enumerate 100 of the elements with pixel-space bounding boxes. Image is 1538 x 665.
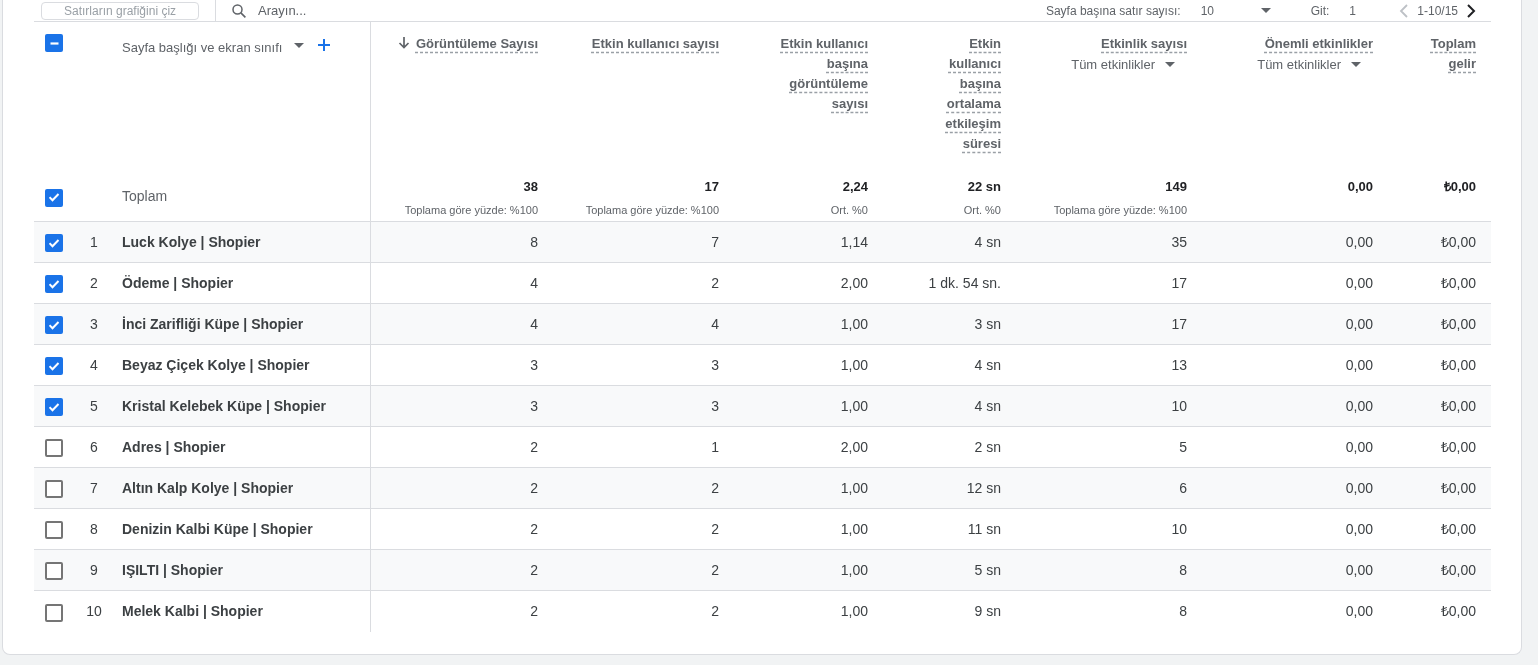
table-cell-text: 4 sn bbox=[973, 232, 1002, 252]
table-cell-text: 0,00 bbox=[1344, 478, 1374, 498]
next-page-icon[interactable] bbox=[1466, 3, 1476, 18]
checkbox[interactable] bbox=[45, 316, 63, 334]
total-value: 22 sn bbox=[967, 178, 1001, 196]
check-icon bbox=[48, 402, 60, 412]
row-number: 8 bbox=[89, 519, 99, 539]
checkbox[interactable] bbox=[45, 275, 63, 293]
checkbox[interactable] bbox=[45, 34, 63, 52]
page-title-cell-text: Altın Kalp Kolye | Shopier bbox=[122, 478, 294, 498]
table-cell-text: 1,00 bbox=[839, 519, 869, 539]
sort-down-icon bbox=[397, 37, 410, 49]
event-filter-dropdown[interactable]: Tüm etkinlikler bbox=[1257, 55, 1361, 75]
checkbox[interactable] bbox=[45, 398, 63, 416]
table-cell-text: 10 bbox=[1170, 396, 1188, 416]
table-cell-text: 0,00 bbox=[1344, 396, 1374, 416]
check-icon bbox=[48, 320, 60, 330]
table-cell-text: 1,00 bbox=[839, 602, 869, 621]
table-cell-text: 2 bbox=[710, 519, 720, 539]
table-cell-text: 1,00 bbox=[839, 396, 869, 416]
dimension-header[interactable]: Sayfa başlığı ve ekran sınıfı bbox=[122, 38, 283, 58]
goto-field[interactable]: 1 bbox=[1349, 1, 1390, 20]
dropdown-caret-icon bbox=[294, 43, 305, 48]
table-cell-text: ₺0,00 bbox=[1439, 232, 1477, 252]
total-note: Ort. %0 bbox=[830, 202, 868, 218]
checkbox[interactable] bbox=[45, 357, 63, 375]
page-title-cell-text: Beyaz Çiçek Kolye | Shopier bbox=[122, 355, 310, 375]
page-title-cell-text: Adres | Shopier bbox=[122, 437, 226, 457]
table-cell-text: 17 bbox=[1170, 314, 1188, 334]
table-cell-text: 0,00 bbox=[1344, 602, 1374, 621]
row-number: 5 bbox=[89, 396, 99, 416]
total-value: 17 bbox=[704, 178, 719, 196]
table-cell-text: 2 bbox=[710, 478, 720, 498]
check-icon bbox=[48, 193, 60, 202]
row-number: 9 bbox=[89, 560, 99, 580]
table-cell-text: 10 bbox=[1170, 519, 1188, 539]
table-cell-text: 2 bbox=[529, 437, 539, 457]
table-cell-text: 2 bbox=[710, 560, 720, 580]
column-header[interactable]: Etkin kullanıcı sayısı bbox=[591, 34, 719, 54]
table-cell-text: 8 bbox=[1178, 560, 1188, 580]
checkbox[interactable] bbox=[45, 562, 63, 580]
table-cell-text: 1,00 bbox=[839, 560, 869, 580]
search-icon bbox=[230, 1, 249, 20]
add-icon[interactable] bbox=[318, 39, 331, 51]
column-header[interactable]: Etkin kullanıcı başına görüntüleme sayısı bbox=[773, 34, 868, 114]
table-cell-text: 2 bbox=[710, 273, 720, 293]
table-cell-text: 0,00 bbox=[1344, 273, 1374, 293]
table-cell-text: 1,14 bbox=[839, 232, 869, 252]
event-filter-dropdown[interactable]: Tüm etkinlikler bbox=[1071, 55, 1175, 75]
minus-icon bbox=[49, 41, 59, 45]
rows-per-page-label: Sayfa başına satır sayısı: bbox=[1045, 2, 1181, 20]
rows-per-page-select[interactable]: 10 bbox=[1200, 1, 1271, 20]
table-cell-text: 4 bbox=[710, 314, 720, 334]
table-cell-text: 2 bbox=[529, 478, 539, 498]
row-number: 1 bbox=[89, 232, 99, 252]
table-cell-text: 4 bbox=[529, 273, 539, 293]
table-cell-text: ₺0,00 bbox=[1439, 602, 1477, 621]
totals-label: Toplam bbox=[122, 187, 168, 206]
table-cell-text: 7 bbox=[710, 232, 720, 252]
table-cell-text: 5 bbox=[1178, 437, 1188, 457]
total-note: Toplama göre yüzde: %100 bbox=[1053, 202, 1187, 218]
table-cell-text: 2 bbox=[529, 602, 539, 621]
table-cell-text: 4 bbox=[529, 314, 539, 334]
table-cell-text: ₺0,00 bbox=[1439, 355, 1477, 375]
table-cell-text: ₺0,00 bbox=[1439, 314, 1477, 334]
table-cell-text: 2 bbox=[710, 602, 720, 621]
checkbox[interactable] bbox=[45, 439, 63, 457]
page-title-cell-text: IŞILTI | Shopier bbox=[122, 560, 223, 580]
table-cell-text: 2 bbox=[529, 519, 539, 539]
table-cell-text: 13 bbox=[1170, 355, 1188, 375]
table-cell-text: 0,00 bbox=[1344, 355, 1374, 375]
table-cell-text: ₺0,00 bbox=[1439, 478, 1477, 498]
table-cell-text: 8 bbox=[529, 232, 539, 252]
dropdown-caret-icon bbox=[1351, 62, 1361, 68]
column-header[interactable]: Görüntüleme Sayısı bbox=[397, 34, 538, 54]
page-title-cell-text: Ödeme | Shopier bbox=[122, 273, 234, 293]
checkbox[interactable] bbox=[45, 603, 63, 622]
row-number: 7 bbox=[89, 478, 99, 498]
table-cell-text: 1 dk. 54 sn. bbox=[927, 273, 1002, 293]
page-title-cell-text: İnci Zarifliği Küpe | Shopier bbox=[122, 314, 304, 334]
table-cell-text: 9 sn bbox=[973, 602, 1002, 621]
column-header[interactable]: Önemli etkinlikler bbox=[1264, 34, 1373, 54]
total-value: ₺0,00 bbox=[1443, 178, 1476, 196]
checkbox[interactable] bbox=[45, 188, 63, 207]
column-header[interactable]: Etkinlik sayısı bbox=[1101, 34, 1187, 54]
page-title-cell-text: Denizin Kalbi Küpe | Shopier bbox=[122, 519, 313, 539]
checkbox[interactable] bbox=[45, 480, 63, 498]
table-cell-text: 4 sn bbox=[973, 355, 1002, 375]
total-value: 149 bbox=[1165, 178, 1187, 196]
checkbox[interactable] bbox=[45, 521, 63, 539]
table-cell-text: ₺0,00 bbox=[1439, 519, 1477, 539]
column-header[interactable]: Toplam gelir bbox=[1416, 34, 1476, 74]
search-field[interactable]: Arayın... bbox=[258, 0, 559, 21]
row-number: 4 bbox=[89, 355, 99, 375]
table-cell-text: 5 sn bbox=[973, 560, 1002, 580]
checkbox[interactable] bbox=[45, 234, 63, 252]
table-cell-text: 4 sn bbox=[973, 396, 1002, 416]
column-header[interactable]: Etkin kullanıcı başına ortalama etkileşim süresi bbox=[937, 34, 1001, 154]
table-cell-text: ₺0,00 bbox=[1439, 437, 1477, 457]
row-number: 3 bbox=[89, 314, 99, 334]
